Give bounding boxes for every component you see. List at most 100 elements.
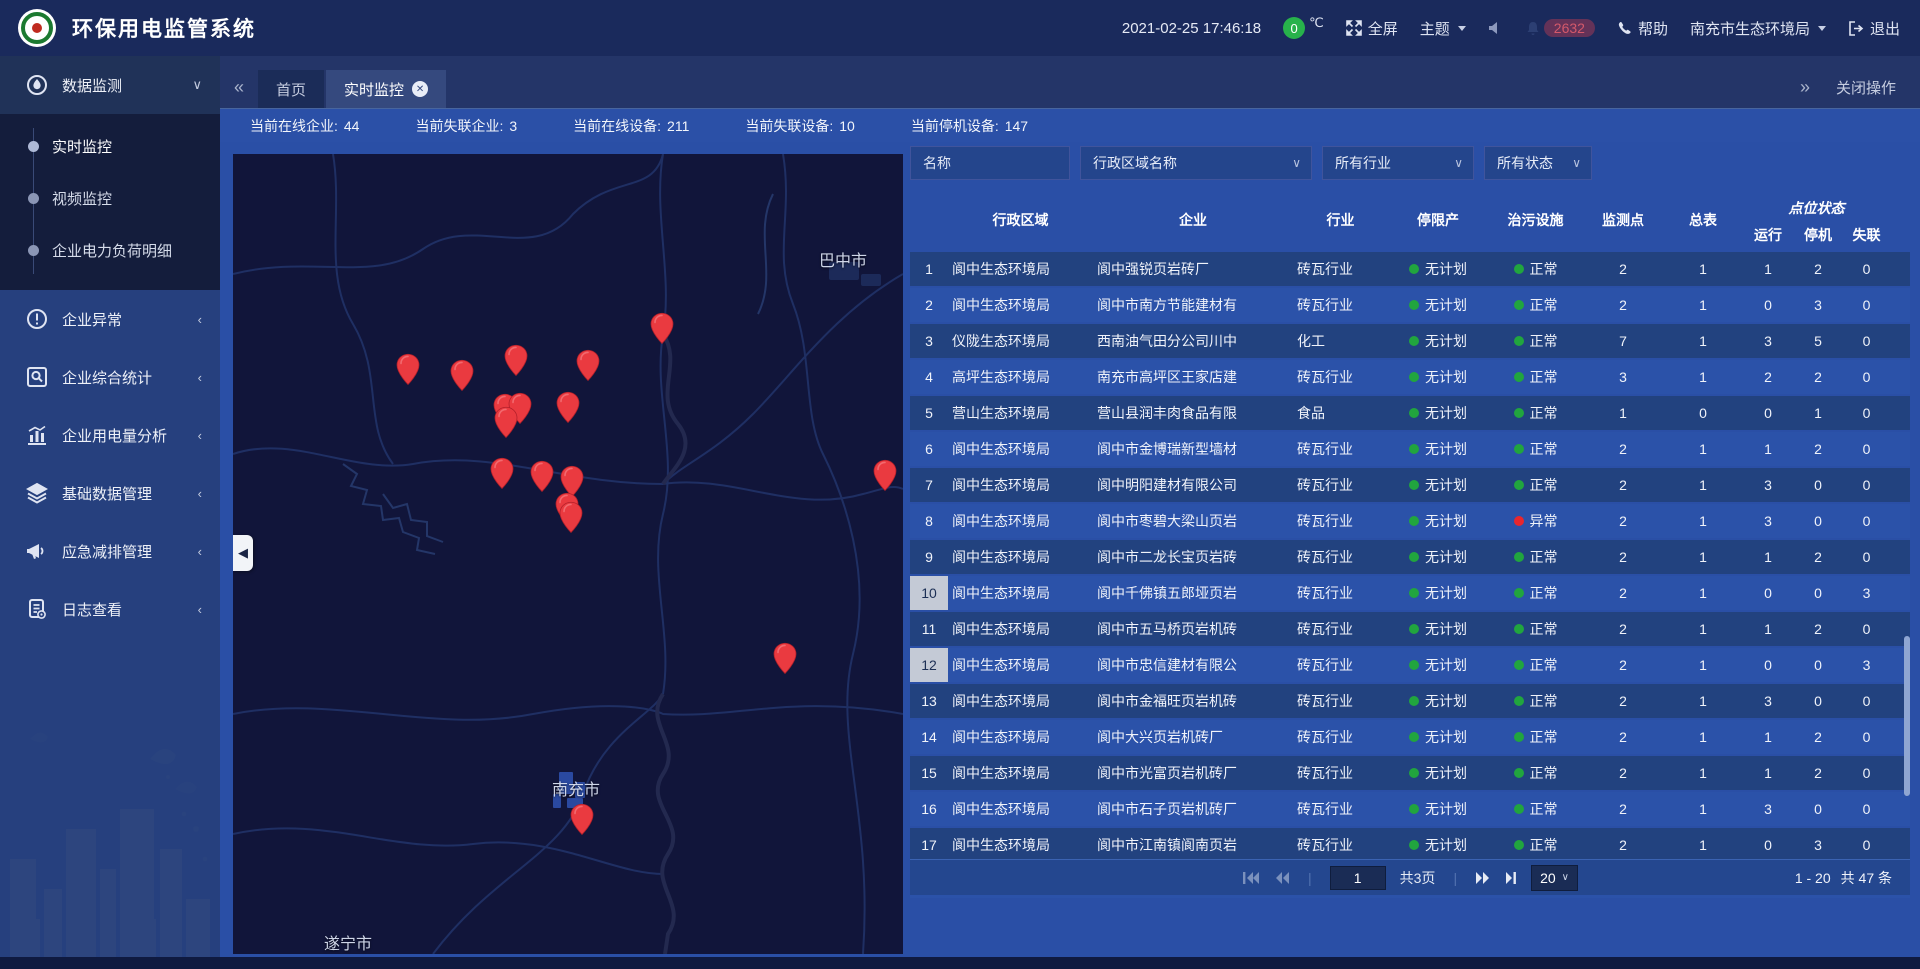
map-panel[interactable]: 巴中市南充市遂宁市 ◀ xyxy=(233,154,903,954)
sidebar-subitem-企业电力负荷明细[interactable]: 企业电力负荷明细 xyxy=(0,224,220,276)
table-body: 1阆中生态环境局阆中强锐页岩砖厂砖瓦行业无计划正常211202阆中生态环境局阆中… xyxy=(910,252,1910,899)
close-operations-button[interactable]: 关闭操作 xyxy=(1836,77,1896,98)
table-row[interactable]: 13阆中生态环境局阆中市金福旺页岩机砖砖瓦行业无计划正常21300 xyxy=(910,684,1910,718)
tab-bar: « 首页实时监控✕ » 关闭操作 xyxy=(220,56,1920,108)
cell-stopped: 2 xyxy=(1793,621,1843,637)
sidebar-item-1[interactable]: 企业异常‹ xyxy=(0,290,220,348)
sidebar-subitem-视频监控[interactable]: 视频监控 xyxy=(0,172,220,224)
last-page-button[interactable] xyxy=(1505,871,1517,885)
table-row[interactable]: 4高坪生态环境局南充市高坪区王家店建砖瓦行业无计划正常31220 xyxy=(910,360,1910,394)
cell-running: 3 xyxy=(1743,693,1793,709)
map-pin[interactable] xyxy=(773,642,797,674)
table-row[interactable]: 7阆中生态环境局阆中明阳建材有限公司砖瓦行业无计划正常21300 xyxy=(910,468,1910,502)
user-org-dropdown[interactable]: 南充市生态环境局 xyxy=(1690,18,1826,39)
mute-button[interactable] xyxy=(1488,21,1504,35)
table-row[interactable]: 5营山生态环境局营山县润丰肉食品有限食品无计划正常10010 xyxy=(910,396,1910,430)
table-row[interactable]: 11阆中生态环境局阆中市五马桥页岩机砖砖瓦行业无计划正常21120 xyxy=(910,612,1910,646)
row-index: 7 xyxy=(910,468,948,502)
status-text: 正常 xyxy=(1530,475,1558,495)
map-pin[interactable] xyxy=(576,349,600,381)
cell-production-limit: 无计划 xyxy=(1388,403,1488,423)
status-dot-green xyxy=(1514,732,1524,742)
cell-region: 阆中生态环境局 xyxy=(948,295,1093,315)
next-page-button[interactable] xyxy=(1475,871,1491,885)
sidebar-item-6[interactable]: 日志查看‹ xyxy=(0,580,220,638)
fullscreen-button[interactable]: 全屏 xyxy=(1346,18,1398,39)
sidebar-item-3[interactable]: 企业用电量分析‹ xyxy=(0,406,220,464)
row-index: 8 xyxy=(910,504,948,538)
map-pin[interactable] xyxy=(490,457,514,489)
page-size-select[interactable]: 20 ∨ xyxy=(1531,865,1578,891)
cell-industry: 砖瓦行业 xyxy=(1293,583,1388,603)
cell-production-limit: 无计划 xyxy=(1388,475,1488,495)
table-row[interactable]: 9阆中生态环境局阆中市二龙长宝页岩砖砖瓦行业无计划正常21120 xyxy=(910,540,1910,574)
content-area: 巴中市南充市遂宁市 ◀ 行政区域名称 ∨ 所有行业 ∨ 所有状态 xyxy=(220,142,1920,969)
tab-实时监控[interactable]: 实时监控✕ xyxy=(326,70,446,108)
cell-company: 阆中市忠信建材有限公 xyxy=(1093,655,1293,675)
tab-close-icon[interactable]: ✕ xyxy=(412,81,428,97)
sidebar-subitem-label: 企业电力负荷明细 xyxy=(52,240,172,261)
stat-label: 当前在线设备: xyxy=(573,118,661,134)
notification-widget[interactable]: 2632 xyxy=(1526,19,1595,37)
sidebar-item-4[interactable]: 基础数据管理‹ xyxy=(0,464,220,522)
theme-dropdown[interactable]: 主题 xyxy=(1420,18,1466,39)
table-row[interactable]: 17阆中生态环境局阆中市江南镇阆南页岩砖瓦行业无计划正常21030 xyxy=(910,828,1910,862)
table-row[interactable]: 16阆中生态环境局阆中市石子页岩机砖厂砖瓦行业无计划正常21300 xyxy=(910,792,1910,826)
map-pin[interactable] xyxy=(650,312,674,344)
first-page-button[interactable] xyxy=(1242,871,1260,885)
cell-pollution-facility: 正常 xyxy=(1488,835,1583,855)
table-row[interactable]: 2阆中生态环境局阆中市南方节能建材有砖瓦行业无计划正常21030 xyxy=(910,288,1910,322)
table-row[interactable]: 3仪陇生态环境局西南油气田分公司川中化工无计划正常71350 xyxy=(910,324,1910,358)
map-collapse-button[interactable]: ◀ xyxy=(233,535,253,571)
fullscreen-icon xyxy=(1346,20,1362,36)
help-button[interactable]: 帮助 xyxy=(1617,18,1668,39)
industry-select[interactable]: 所有行业 ∨ xyxy=(1322,146,1474,180)
region-select[interactable]: 行政区域名称 ∨ xyxy=(1080,146,1312,180)
name-search-input[interactable] xyxy=(910,146,1070,180)
table-row[interactable]: 8阆中生态环境局阆中市枣碧大梁山页岩砖瓦行业无计划异常21300 xyxy=(910,504,1910,538)
cell-production-limit: 无计划 xyxy=(1388,367,1488,387)
status-select[interactable]: 所有状态 ∨ xyxy=(1484,146,1592,180)
cell-running: 1 xyxy=(1743,729,1793,745)
table-row[interactable]: 6阆中生态环境局阆中市金博瑞新型墙材砖瓦行业无计划正常21120 xyxy=(910,432,1910,466)
map-pin[interactable] xyxy=(396,353,420,385)
table-row[interactable]: 14阆中生态环境局阆中大兴页岩机砖厂砖瓦行业无计划正常21120 xyxy=(910,720,1910,754)
map-pin[interactable] xyxy=(504,344,528,376)
sidebar-item-2[interactable]: 企业综合统计‹ xyxy=(0,348,220,406)
cell-company: 南充市高坪区王家店建 xyxy=(1093,367,1293,387)
prev-page-button[interactable] xyxy=(1274,871,1290,885)
map-pin[interactable] xyxy=(873,459,897,491)
pagination-bar: | 共3页 | 20 ∨ 1 - 20 xyxy=(910,859,1910,895)
map-pin[interactable] xyxy=(559,501,583,533)
cell-offline: 3 xyxy=(1843,657,1890,673)
cell-offline: 0 xyxy=(1843,513,1890,529)
map-pin[interactable] xyxy=(570,803,594,835)
tabs-scroll-right-icon[interactable]: » xyxy=(1800,77,1810,98)
sidebar-item-5[interactable]: 应急减排管理‹ xyxy=(0,522,220,580)
page-number-input[interactable] xyxy=(1330,866,1386,890)
table-row[interactable]: 15阆中生态环境局阆中市光富页岩机砖厂砖瓦行业无计划正常21120 xyxy=(910,756,1910,790)
table-row[interactable]: 10阆中生态环境局阆中千佛镇五郎垭页岩砖瓦行业无计划正常21003 xyxy=(910,576,1910,610)
tabs-scroll-left-icon[interactable]: « xyxy=(220,77,258,108)
tab-首页[interactable]: 首页 xyxy=(258,70,324,108)
cell-region: 仪陇生态环境局 xyxy=(948,331,1093,351)
sidebar-subitem-实时监控[interactable]: 实时监控 xyxy=(0,120,220,172)
table-row[interactable]: 12阆中生态环境局阆中市忠信建材有限公砖瓦行业无计划正常21003 xyxy=(910,648,1910,682)
status-dot-green xyxy=(1409,336,1419,346)
cell-total-meters: 1 xyxy=(1663,369,1743,385)
logout-button[interactable]: 退出 xyxy=(1848,18,1900,39)
sidebar-item-0[interactable]: 数据监测∨ xyxy=(0,56,220,114)
map-pin[interactable] xyxy=(556,391,580,423)
cell-stopped: 2 xyxy=(1793,729,1843,745)
map-pin[interactable] xyxy=(530,460,554,492)
cell-production-limit: 无计划 xyxy=(1388,511,1488,531)
table-scrollbar[interactable] xyxy=(1904,636,1910,796)
cell-total-meters: 1 xyxy=(1663,585,1743,601)
map-pin[interactable] xyxy=(494,406,518,438)
map-pin[interactable] xyxy=(450,359,474,391)
temperature-widget: 0 ℃ xyxy=(1283,17,1324,39)
table-row[interactable]: 1阆中生态环境局阆中强锐页岩砖厂砖瓦行业无计划正常21120 xyxy=(910,252,1910,286)
stats-icon xyxy=(26,366,48,388)
status-text: 无计划 xyxy=(1425,259,1467,279)
status-text: 无计划 xyxy=(1425,331,1467,351)
